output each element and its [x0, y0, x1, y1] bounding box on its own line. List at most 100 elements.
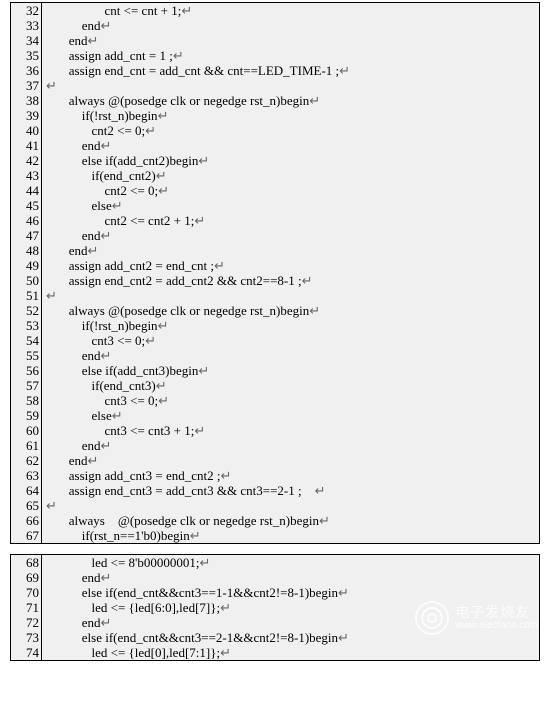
line-number: 50	[11, 273, 41, 288]
code-text: end↵	[46, 243, 539, 258]
code-line: 65↵	[11, 498, 539, 513]
return-glyph-icon: ↵	[220, 645, 231, 660]
return-glyph-icon: ↵	[309, 93, 320, 108]
code-line: 35 assign add_cnt = 1 ;↵	[11, 48, 539, 63]
code-line: 45 else↵	[11, 198, 539, 213]
code-line: 32 cnt <= cnt + 1;↵	[11, 3, 539, 18]
code-line: 51↵	[11, 288, 539, 303]
line-number: 60	[11, 423, 41, 438]
return-glyph-icon: ↵	[101, 570, 112, 585]
line-number: 32	[11, 3, 41, 18]
line-number: 36	[11, 63, 41, 78]
code-text: else if(end_cnt&&cnt3==2-1&&cnt2!=8-1)be…	[46, 630, 539, 645]
code-line: 74 led <= {led[0],led[7:1]};↵	[11, 645, 539, 660]
line-number: 58	[11, 393, 41, 408]
code-line: 73 else if(end_cnt&&cnt3==2-1&&cnt2!=8-1…	[11, 630, 539, 645]
code-line: 66 always @(posedge clk or negedge rst_n…	[11, 513, 539, 528]
code-text: cnt3 <= 0;↵	[46, 333, 539, 348]
code-line: 61 end↵	[11, 438, 539, 453]
code-line: 47 end↵	[11, 228, 539, 243]
code-text: always @(posedge clk or negedge rst_n)be…	[46, 513, 539, 528]
code-text: else if(add_cnt2)begin↵	[46, 153, 539, 168]
line-number: 47	[11, 228, 41, 243]
line-number: 62	[11, 453, 41, 468]
code-line: 57 if(end_cnt3)↵	[11, 378, 539, 393]
code-text: if(!rst_n)begin↵	[46, 318, 539, 333]
code-line: 43 if(end_cnt2)↵	[11, 168, 539, 183]
return-glyph-icon: ↵	[145, 333, 156, 348]
code-line: 42 else if(add_cnt2)begin↵	[11, 153, 539, 168]
code-line: 70 else if(end_cnt&&cnt3==1-1&&cnt2!=8-1…	[11, 585, 539, 600]
return-glyph-icon: ↵	[158, 183, 169, 198]
code-text: end↵	[46, 138, 539, 153]
line-number: 51	[11, 288, 41, 303]
code-text: assign end_cnt = add_cnt && cnt==LED_TIM…	[46, 63, 539, 78]
return-glyph-icon: ↵	[194, 423, 205, 438]
code-text: if(!rst_n)begin↵	[46, 108, 539, 123]
line-number: 52	[11, 303, 41, 318]
code-text: led <= {led[0],led[7:1]};↵	[46, 645, 539, 660]
line-number: 46	[11, 213, 41, 228]
code-line: 52 always @(posedge clk or negedge rst_n…	[11, 303, 539, 318]
code-text: else if(add_cnt3)begin↵	[46, 363, 539, 378]
line-number: 48	[11, 243, 41, 258]
code-line: 49 assign add_cnt2 = end_cnt ;↵	[11, 258, 539, 273]
line-number: 69	[11, 570, 41, 585]
return-glyph-icon: ↵	[338, 585, 349, 600]
line-number: 35	[11, 48, 41, 63]
code-text: end↵	[46, 33, 539, 48]
return-glyph-icon: ↵	[194, 213, 205, 228]
code-line: 54 cnt3 <= 0;↵	[11, 333, 539, 348]
code-line: 58 cnt3 <= 0;↵	[11, 393, 539, 408]
return-glyph-icon: ↵	[339, 63, 350, 78]
code-text: assign end_cnt2 = add_cnt2 && cnt2==8-1 …	[46, 273, 539, 288]
line-number: 61	[11, 438, 41, 453]
code-text: end↵	[46, 438, 539, 453]
return-glyph-icon: ↵	[214, 258, 225, 273]
code-text: cnt2 <= 0;↵	[46, 123, 539, 138]
code-line: 59 else↵	[11, 408, 539, 423]
line-number: 59	[11, 408, 41, 423]
code-line: 60 cnt3 <= cnt3 + 1;↵	[11, 423, 539, 438]
code-text: cnt3 <= 0;↵	[46, 393, 539, 408]
line-number: 73	[11, 630, 41, 645]
return-glyph-icon: ↵	[101, 615, 112, 630]
code-line: 38 always @(posedge clk or negedge rst_n…	[11, 93, 539, 108]
code-line: 71 led <= {led[6:0],led[7]};↵	[11, 600, 539, 615]
code-text: led <= {led[6:0],led[7]};↵	[46, 600, 539, 615]
line-number: 49	[11, 258, 41, 273]
return-glyph-icon: ↵	[158, 318, 169, 333]
line-number: 57	[11, 378, 41, 393]
return-glyph-icon: ↵	[319, 513, 330, 528]
return-glyph-icon: ↵	[112, 198, 123, 213]
line-number: 40	[11, 123, 41, 138]
code-text: if(rst_n==1'b0)begin↵	[46, 528, 539, 543]
code-line: 33 end↵	[11, 18, 539, 33]
code-text: end↵	[46, 570, 539, 585]
code-panel: 68 led <= 8'b00000001;↵69 end↵70 else if…	[10, 554, 540, 661]
line-number: 68	[11, 555, 41, 570]
return-glyph-icon: ↵	[200, 555, 211, 570]
return-glyph-icon: ↵	[112, 408, 123, 423]
code-line: 69 end↵	[11, 570, 539, 585]
return-glyph-icon: ↵	[88, 243, 99, 258]
return-glyph-icon: ↵	[88, 453, 99, 468]
code-text: if(end_cnt3)↵	[46, 378, 539, 393]
code-text: else↵	[46, 408, 539, 423]
return-glyph-icon: ↵	[173, 48, 184, 63]
line-number: 45	[11, 198, 41, 213]
code-line: 36 assign end_cnt = add_cnt && cnt==LED_…	[11, 63, 539, 78]
line-number: 55	[11, 348, 41, 363]
code-text: cnt <= cnt + 1;↵	[46, 3, 539, 18]
return-glyph-icon: ↵	[101, 438, 112, 453]
line-number: 43	[11, 168, 41, 183]
return-glyph-icon: ↵	[156, 378, 167, 393]
line-number: 64	[11, 483, 41, 498]
code-text: assign add_cnt = 1 ;↵	[46, 48, 539, 63]
line-number: 71	[11, 600, 41, 615]
code-text: else if(end_cnt&&cnt3==1-1&&cnt2!=8-1)be…	[46, 585, 539, 600]
code-line: 50 assign end_cnt2 = add_cnt2 && cnt2==8…	[11, 273, 539, 288]
return-glyph-icon: ↵	[88, 33, 99, 48]
line-number: 66	[11, 513, 41, 528]
code-text: cnt3 <= cnt3 + 1;↵	[46, 423, 539, 438]
